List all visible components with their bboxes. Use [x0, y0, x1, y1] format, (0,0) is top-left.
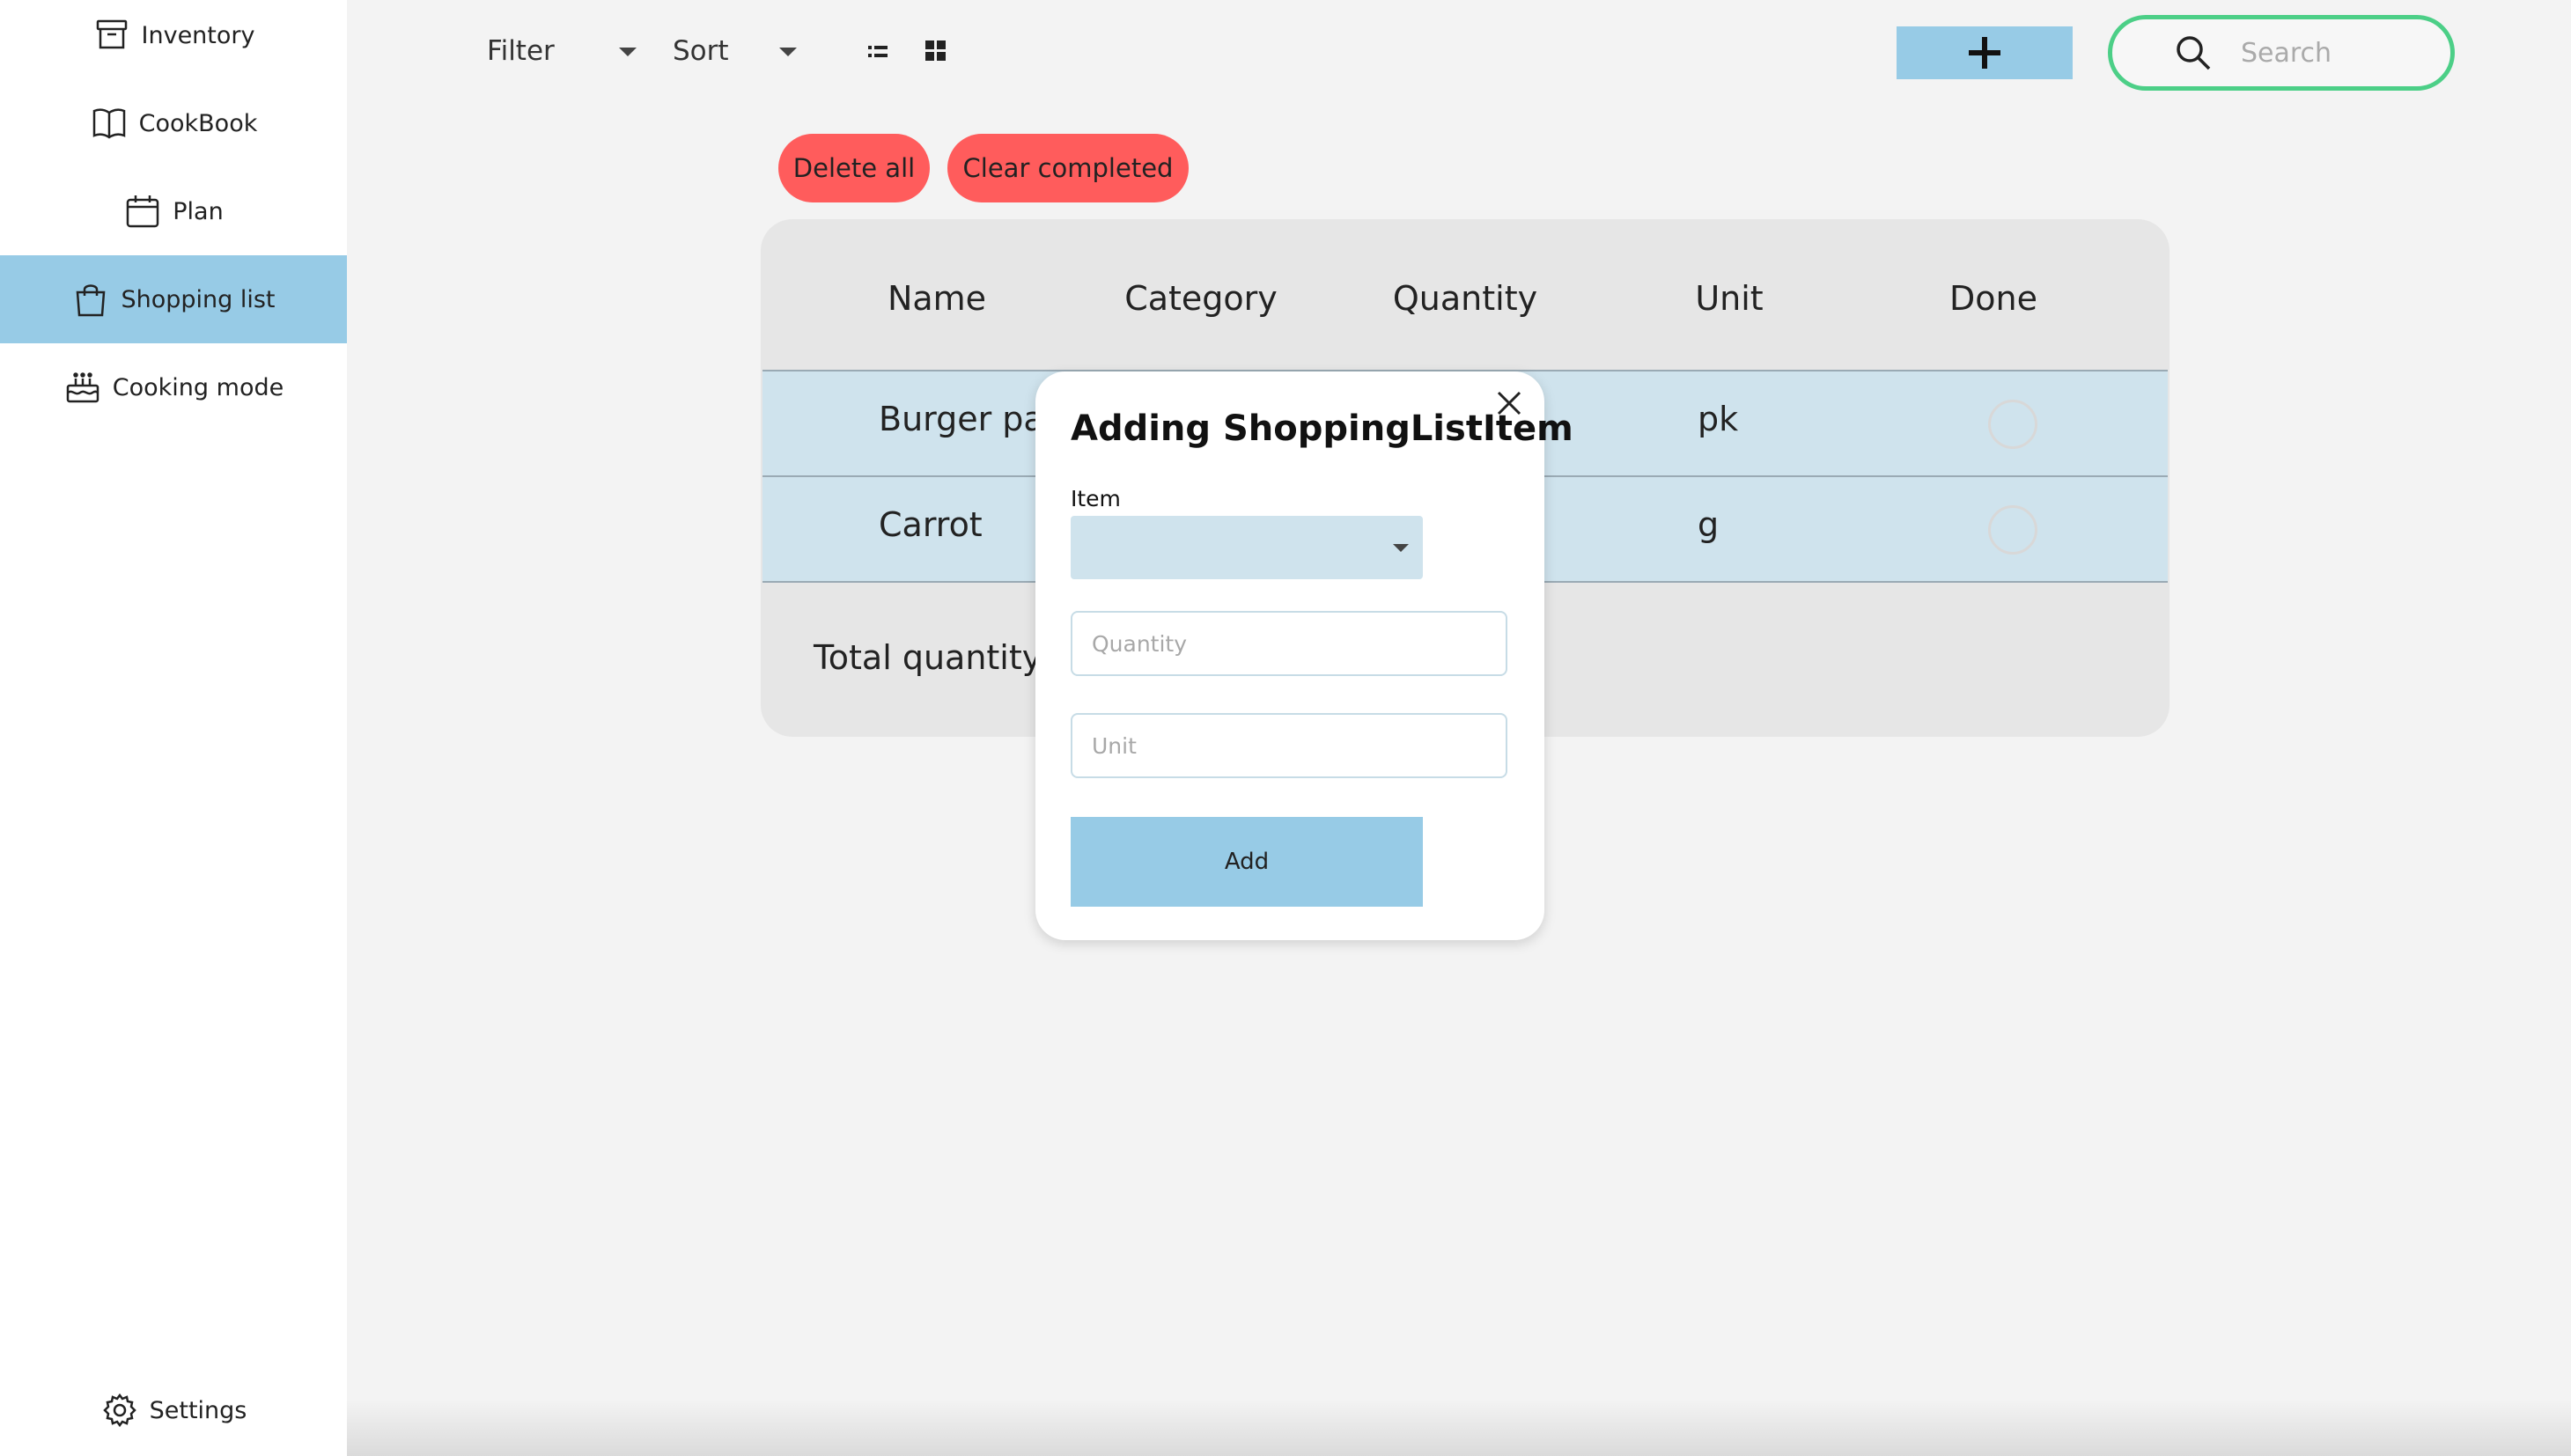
row-unit: pk: [1698, 400, 1739, 438]
unit-input[interactable]: [1071, 713, 1507, 778]
sidebar-item-cooking-mode[interactable]: Cooking mode: [0, 343, 347, 431]
sidebar-item-plan[interactable]: Plan: [0, 167, 347, 255]
sidebar-item-label: CookBook: [138, 109, 258, 137]
item-select[interactable]: [1071, 516, 1423, 579]
column-header-name[interactable]: Name: [888, 279, 986, 318]
calendar-icon: [127, 195, 159, 228]
filter-dropdown[interactable]: Filter: [487, 35, 555, 67]
clear-completed-button[interactable]: Clear completed: [947, 134, 1189, 202]
archive-box-icon: [96, 19, 127, 49]
chevron-down-icon: [1393, 544, 1409, 552]
add-shopping-item-modal: Adding ShoppingListItem Item Add: [1035, 371, 1573, 940]
search-input[interactable]: [2239, 36, 2445, 70]
add-item-button[interactable]: [1897, 26, 2073, 79]
settings-label: Settings: [149, 1396, 247, 1424]
sidebar-item-label: Inventory: [141, 21, 255, 49]
quantity-input[interactable]: [1071, 611, 1507, 676]
search-icon: [2177, 36, 2211, 70]
gear-icon: [102, 1393, 136, 1428]
sidebar-item-label: Plan: [173, 197, 224, 225]
shopping-bag-icon: [77, 284, 106, 317]
sidebar-item-inventory[interactable]: Inventory: [0, 0, 347, 79]
open-book-icon: [92, 108, 125, 139]
cake-icon: [66, 372, 99, 403]
column-header-quantity[interactable]: Quantity: [1393, 279, 1537, 318]
sidebar: Inventory CookBook Plan Shopping list Co…: [0, 0, 347, 1456]
grid-view-icon[interactable]: [925, 40, 947, 62]
sort-dropdown[interactable]: Sort: [673, 35, 729, 67]
sidebar-item-shopping-list[interactable]: Shopping list: [0, 255, 347, 343]
item-field-label: Item: [1071, 486, 1121, 511]
delete-all-button[interactable]: Delete all: [778, 134, 930, 202]
row-name: Carrot: [879, 505, 983, 544]
search-box[interactable]: [2108, 15, 2455, 91]
bottom-edge-shadow: [347, 1400, 2571, 1456]
sort-caret-icon[interactable]: [779, 48, 797, 56]
row-name: Burger pa: [879, 400, 1044, 438]
modal-add-button[interactable]: Add: [1071, 817, 1423, 907]
list-view-icon[interactable]: [868, 44, 888, 60]
total-quantity-label: Total quantity: [814, 638, 1042, 677]
column-header-done[interactable]: Done: [1949, 279, 2037, 318]
column-header-category[interactable]: Category: [1124, 279, 1278, 318]
filter-caret-icon[interactable]: [619, 48, 637, 56]
sidebar-item-label: Cooking mode: [112, 373, 284, 401]
done-checkbox[interactable]: [1988, 400, 2037, 449]
sidebar-item-cookbook[interactable]: CookBook: [0, 79, 347, 167]
modal-title: Adding ShoppingListItem: [1071, 408, 1573, 449]
row-unit: g: [1698, 505, 1720, 544]
plus-icon: [1969, 37, 2000, 69]
column-header-unit[interactable]: Unit: [1695, 279, 1763, 318]
done-checkbox[interactable]: [1988, 505, 2037, 555]
sidebar-item-settings[interactable]: Settings: [0, 1366, 347, 1454]
sidebar-item-label: Shopping list: [121, 285, 276, 313]
